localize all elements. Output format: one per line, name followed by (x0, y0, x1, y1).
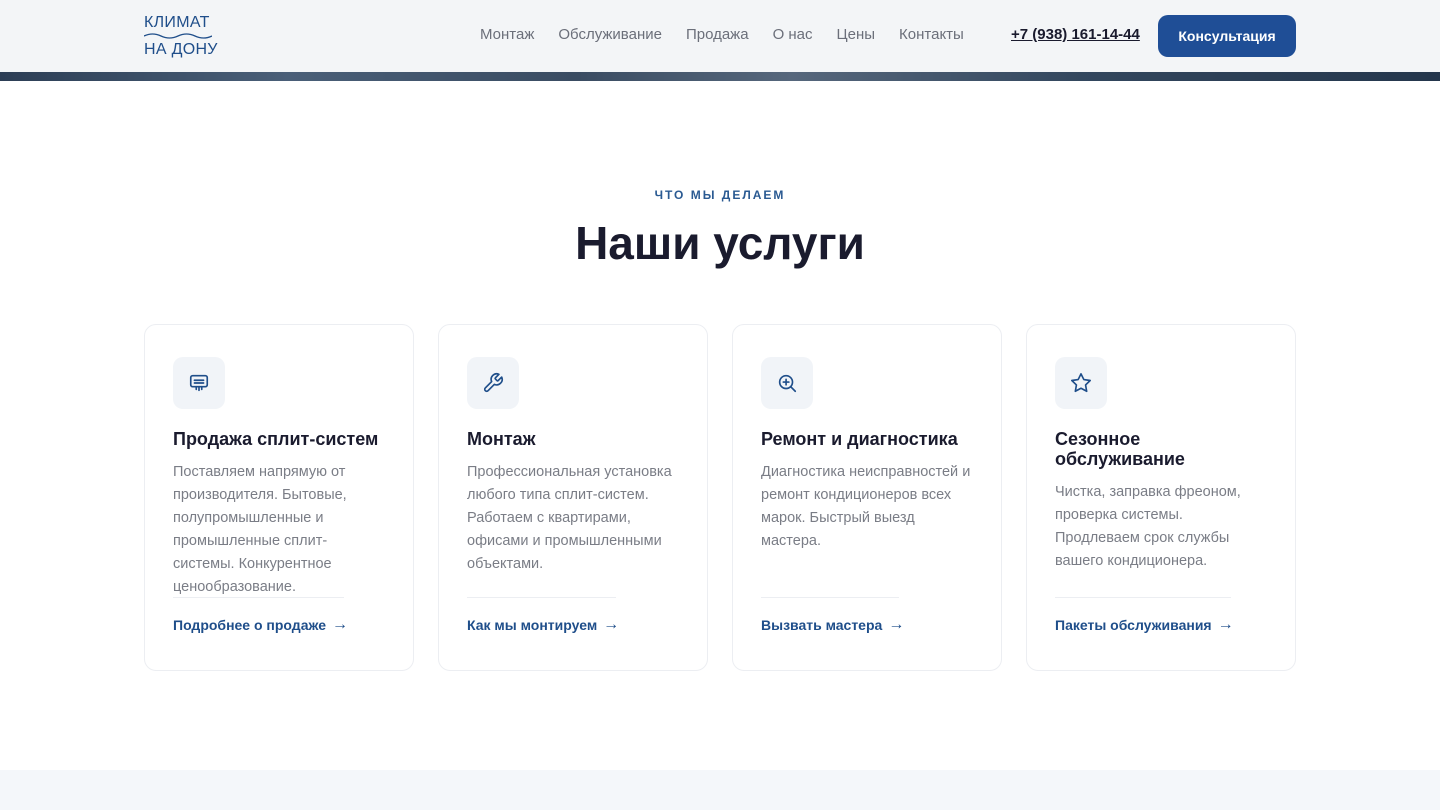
arrow-right-icon: → (603, 616, 620, 633)
consultation-button[interactable]: Консультация (1158, 15, 1296, 57)
logo-line-2: НА ДОНУ (144, 41, 218, 58)
nav-item-kontakty[interactable]: Контакты (899, 26, 964, 43)
logo[interactable]: КЛИМАТ НА ДОНУ (144, 14, 224, 60)
nav-item-obsluzhivanie[interactable]: Обслуживание (558, 26, 662, 43)
card-divider (467, 597, 616, 598)
service-card-installation: Монтаж Профессиональная установка любого… (438, 324, 708, 671)
card-title: Сезонное обслуживание (1055, 429, 1185, 469)
nav-item-montazh[interactable]: Монтаж (480, 26, 534, 43)
nav-item-o-nas[interactable]: О нас (773, 26, 813, 43)
phone-link[interactable]: +7 (938) 161-14-44 (1011, 26, 1140, 43)
card-link-sales[interactable]: Подробнее о продаже → (173, 616, 348, 634)
nav-item-ceny[interactable]: Цены (837, 26, 876, 43)
service-card-repair: Ремонт и диагностика Диагностика неиспра… (732, 324, 1002, 671)
card-description: Чистка, заправка фреоном, проверка систе… (1055, 484, 1241, 569)
nav-item-prodazha[interactable]: Продажа (686, 26, 749, 43)
zoom-in-icon (778, 374, 797, 393)
card-description: Профессиональная установка любого типа с… (467, 464, 672, 572)
card-description: Поставляем напрямую от производителя. Бы… (173, 464, 347, 595)
wrench-icon (483, 373, 503, 393)
card-link-label: Вызвать мастера (761, 617, 883, 633)
icon-box (761, 357, 813, 409)
icon-box (1055, 357, 1107, 409)
icon-box (467, 357, 519, 409)
service-card-maintenance: Сезонное обслуживание Чистка, заправка ф… (1026, 324, 1296, 671)
card-link-label: Как мы монтируем (467, 617, 598, 633)
card-link-maintenance[interactable]: Пакеты обслуживания → (1055, 616, 1234, 634)
logo-line-1: КЛИМАТ (144, 14, 210, 31)
card-link-installation[interactable]: Как мы монтируем → (467, 616, 619, 634)
section-eyebrow: ЧТО МЫ ДЕЛАЕМ (654, 188, 786, 202)
arrow-right-icon: → (332, 616, 349, 633)
main-nav: Монтаж Обслуживание Продажа О нас Цены К… (480, 26, 964, 43)
card-divider (173, 597, 344, 598)
section-title: Наши услуги (575, 217, 865, 269)
icon-box (173, 357, 225, 409)
star-icon (1071, 373, 1091, 393)
service-card-sales: Продажа сплит-систем Поставляем напрямую… (144, 324, 414, 671)
card-divider (761, 597, 899, 598)
card-description: Диагностика неисправностей и ремонт конд… (761, 464, 971, 549)
card-title: Монтаж (467, 429, 536, 449)
card-divider (1055, 597, 1231, 598)
site-header: КЛИМАТ НА ДОНУ Монтаж Обслуживание Прода… (0, 0, 1440, 72)
card-link-label: Пакеты обслуживания (1055, 617, 1212, 633)
card-title: Ремонт и диагностика (761, 429, 958, 449)
arrow-right-icon: → (888, 616, 905, 633)
card-link-repair[interactable]: Вызвать мастера → (761, 616, 904, 634)
card-link-label: Подробнее о продаже (173, 617, 327, 633)
ac-unit-icon (189, 374, 209, 392)
card-title: Продажа сплит-систем (173, 429, 379, 449)
arrow-right-icon: → (1217, 616, 1234, 633)
wave-icon (144, 33, 212, 39)
next-section-band (0, 770, 1440, 810)
